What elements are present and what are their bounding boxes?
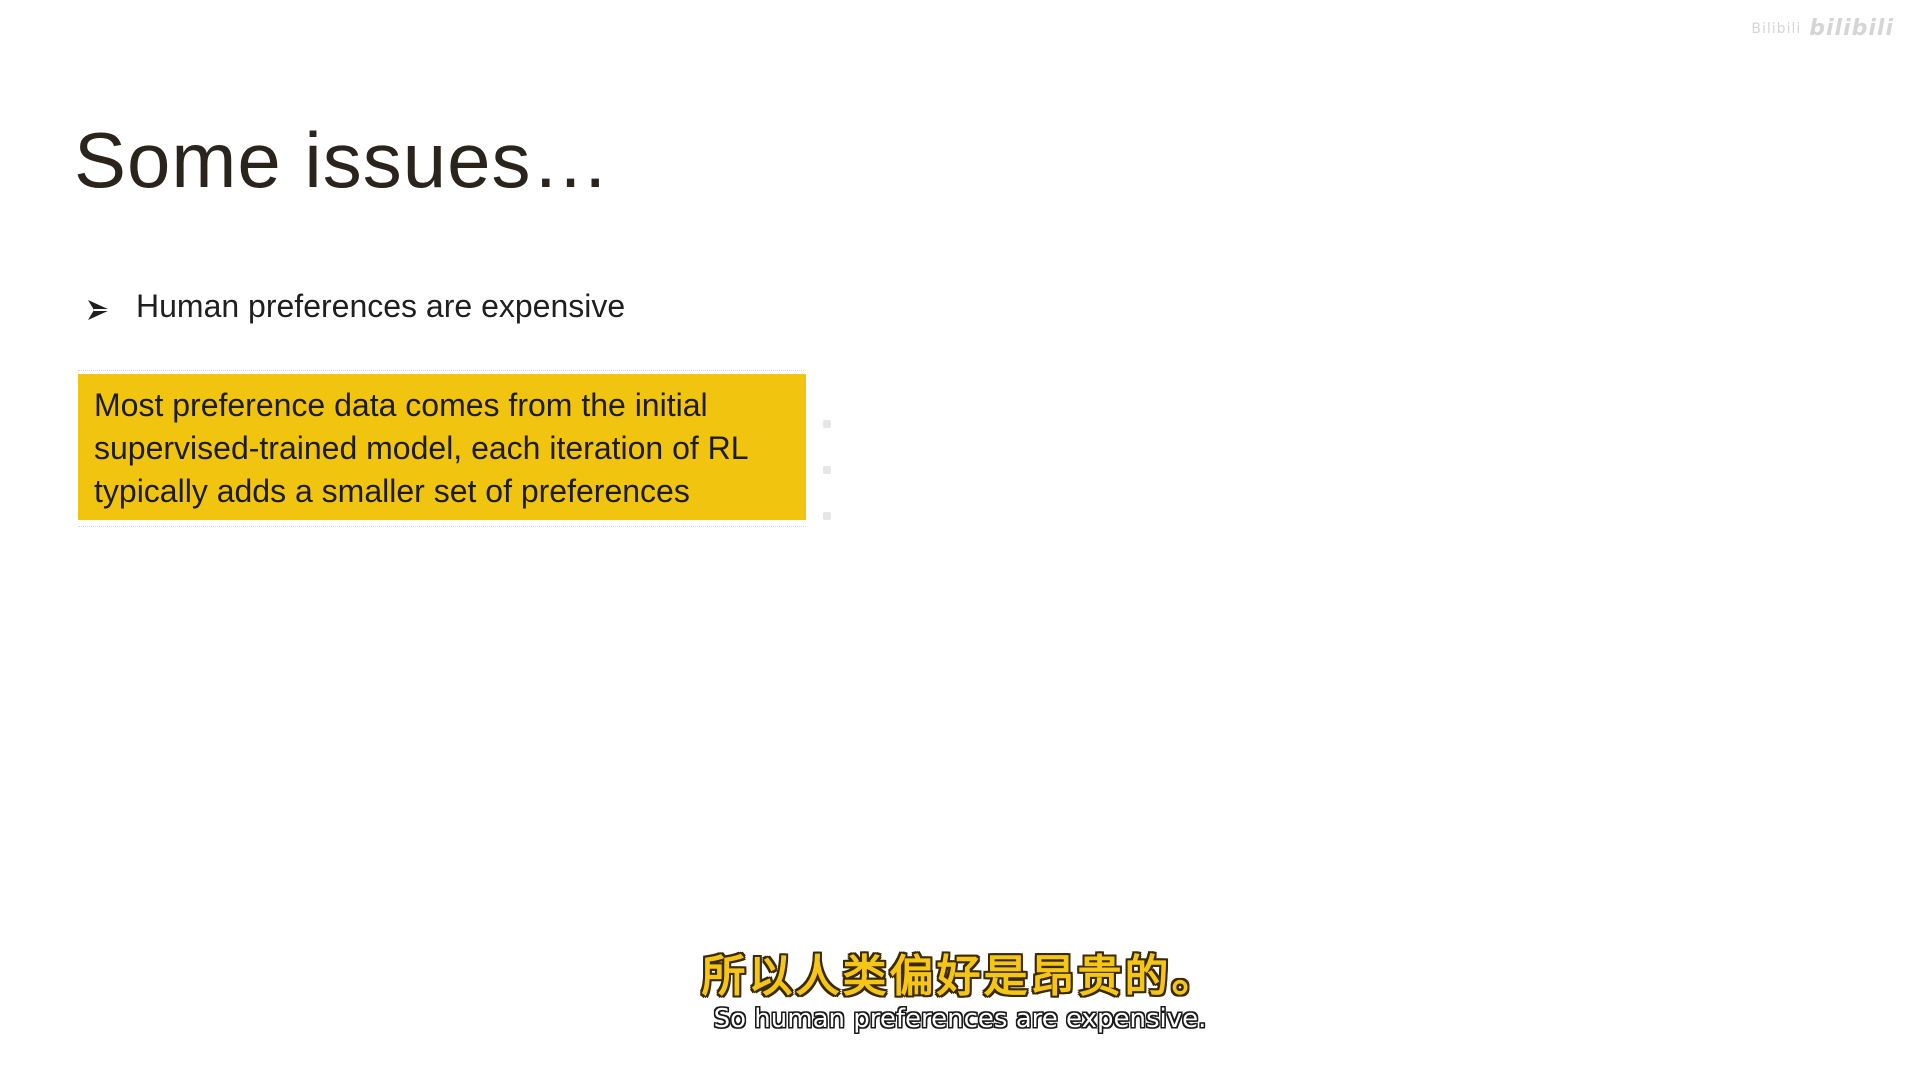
bullet-item: Human preferences are expensive <box>86 288 625 325</box>
video-watermark: Bilibili bilibili <box>1751 16 1894 41</box>
bilibili-logo-icon: bilibili <box>1809 16 1894 41</box>
subtitle-english: So human preferences are expensive. <box>713 1004 1207 1034</box>
watermark-text: Bilibili <box>1751 20 1802 37</box>
highlight-box-top-border <box>78 370 806 371</box>
resize-handle-icon <box>823 466 831 474</box>
highlight-box: Most preference data comes from the init… <box>78 374 806 520</box>
arrow-bullet-icon <box>86 294 112 320</box>
resize-handle-icon <box>823 420 831 428</box>
subtitle-chinese: 所以人类偏好是昂贵的。 <box>701 951 1219 1002</box>
highlight-line-1: Most preference data comes from the init… <box>94 387 708 423</box>
highlight-box-bottom-border <box>78 526 806 527</box>
highlight-line-2: supervised-trained model, each iteration… <box>94 430 749 466</box>
highlight-line-3: typically adds a smaller set of preferen… <box>94 473 690 509</box>
slide-title: Some issues… <box>74 116 611 204</box>
bullet-text: Human preferences are expensive <box>136 288 626 324</box>
resize-handle-icon <box>823 512 831 520</box>
textbox-resize-handles <box>822 420 832 520</box>
